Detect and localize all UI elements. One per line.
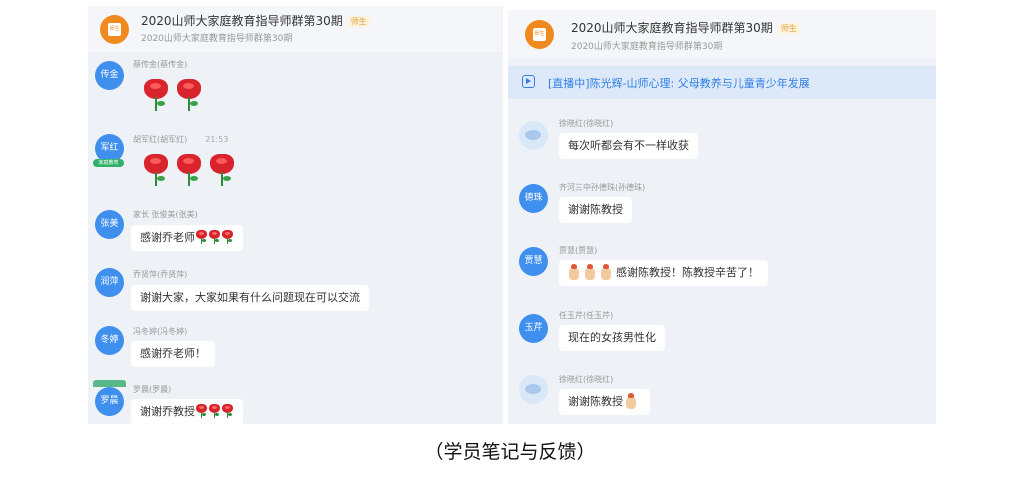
rose-sticker-message (144, 154, 243, 190)
sender-name: 任玉芹(任玉芹) (559, 311, 614, 320)
message-bubble[interactable]: 谢谢乔教授 (131, 399, 243, 424)
message-bubble[interactable]: 谢谢陈教授 (559, 389, 650, 415)
group-logo-icon[interactable]: 师生 (100, 15, 129, 44)
message-text: 谢谢陈教授 (568, 203, 623, 216)
message-text: 感谢乔老师！ (140, 347, 206, 360)
rose-icon (196, 230, 207, 244)
clapping-icon (625, 393, 637, 409)
group-subtitle: 2020山师大家庭教育指导师群第30期 (571, 42, 723, 52)
sender-name: 蔡传金(蔡传金) (133, 60, 188, 69)
sender-name: 家长 张俊美(张美) (133, 210, 198, 219)
message-bubble[interactable]: 感谢陈教授！陈教授辛苦了！ (559, 260, 768, 286)
clapping-icon (568, 264, 580, 280)
clapping-icon (600, 264, 612, 280)
sender-name: 冯冬婷(冯冬婷) (133, 327, 188, 336)
live-video-icon (522, 75, 535, 88)
left-chat-window: 师生 2020山师大家庭教育指导师群第30期 师生 2020山师大家庭教育指导师群… (88, 6, 503, 424)
rose-sticker-message (144, 79, 210, 115)
sender-name: 乔贤萍(乔贤萍) (133, 270, 188, 279)
chat-header: 师生 2020山师大家庭教育指导师群第30期 师生 2020山师大家庭教育指导师群… (508, 10, 936, 58)
rose-icon (177, 154, 201, 186)
sender-name: 齐河三中孙德珠(孙德珠) (559, 183, 646, 192)
avatar[interactable]: 张美 (95, 210, 124, 239)
message-text: 谢谢大家，大家如果有什么问题现在可以交流 (140, 291, 360, 304)
rose-icon (209, 230, 220, 244)
sender-name: 徐晓红(徐晓红) (559, 375, 614, 384)
message-bubble[interactable]: 谢谢大家，大家如果有什么问题现在可以交流 (131, 285, 369, 311)
sender-name: 贾慧(贾慧) (559, 246, 598, 255)
rose-icon (144, 154, 168, 186)
chat-header: 师生 2020山师大家庭教育指导师群第30期 师生 2020山师大家庭教育指导师群… (88, 6, 503, 52)
avatar-text: 罗晨 (100, 396, 119, 406)
sender-name-text: 胡军红(胡军红) (133, 135, 188, 144)
avatar[interactable]: 传金 (95, 61, 124, 90)
message-text: 现在的女孩男性化 (568, 331, 656, 344)
message-text: 谢谢陈教授 (568, 395, 623, 408)
whale-avatar-icon[interactable] (519, 121, 548, 150)
message-text: 感谢陈教授！陈教授辛苦了！ (616, 266, 759, 279)
group-subtitle: 2020山师大家庭教育指导师群第30期 (141, 34, 293, 44)
sender-name: 胡军红(胡军红) 21:53 (133, 134, 228, 145)
wreath-icon (93, 380, 126, 387)
rose-icon (177, 79, 201, 111)
rose-icon (196, 404, 207, 418)
group-title-text: 2020山师大家庭教育指导师群第30期 (141, 14, 343, 28)
avatar-badge: 家庭教育 (93, 159, 124, 167)
avatar[interactable]: 玉芹 (519, 314, 548, 343)
avatar[interactable]: 冬婷 (95, 326, 124, 355)
message-text: 感谢乔老师 (140, 231, 195, 244)
avatar[interactable]: 润萍 (95, 268, 124, 297)
message-text: 每次听都会有不一样收获 (568, 139, 689, 152)
avatar[interactable]: 军红 家庭教育 (93, 134, 124, 167)
rose-icon (210, 154, 234, 186)
message-bubble[interactable]: 每次听都会有不一样收获 (559, 133, 698, 159)
role-badge: 师生 (347, 16, 370, 27)
sender-name: 徐晓红(徐晓红) (559, 119, 614, 128)
message-bubble[interactable]: 感谢乔老师！ (131, 341, 215, 367)
avatar[interactable]: 贾慧 (519, 247, 548, 276)
clapping-icon (584, 264, 596, 280)
sender-name: 罗晨(罗晨) (133, 385, 172, 394)
rose-icon (209, 404, 220, 418)
right-chat-window: 师生 2020山师大家庭教育指导师群第30期 师生 2020山师大家庭教育指导师群… (508, 10, 936, 424)
role-badge: 师生 (777, 23, 800, 34)
live-banner-text: [直播中]陈光辉-山师心理: 父母教养与儿童青少年发展 (548, 77, 810, 90)
avatar-text: 军红 (100, 143, 119, 153)
group-title-text: 2020山师大家庭教育指导师群第30期 (571, 21, 773, 35)
live-banner[interactable]: [直播中]陈光辉-山师心理: 父母教养与儿童青少年发展 (508, 66, 936, 99)
rose-icon (222, 404, 233, 418)
group-logo-icon[interactable]: 师生 (525, 20, 554, 49)
message-time: 21:53 (205, 135, 229, 144)
rose-icon (144, 79, 168, 111)
avatar[interactable]: 罗晨 (93, 380, 126, 416)
message-bubble[interactable]: 感谢乔老师 (131, 225, 243, 251)
message-text: 谢谢乔教授 (140, 405, 195, 418)
group-title: 2020山师大家庭教育指导师群第30期 师生 (571, 19, 800, 36)
message-bubble[interactable]: 现在的女孩男性化 (559, 325, 665, 351)
rose-icon (222, 230, 233, 244)
avatar[interactable]: 德珠 (519, 184, 548, 213)
whale-avatar-icon[interactable] (519, 375, 548, 404)
figure-caption: （学员笔记与反馈） (424, 441, 596, 463)
group-title: 2020山师大家庭教育指导师群第30期 师生 (141, 12, 370, 29)
message-bubble[interactable]: 谢谢陈教授 (559, 197, 632, 223)
